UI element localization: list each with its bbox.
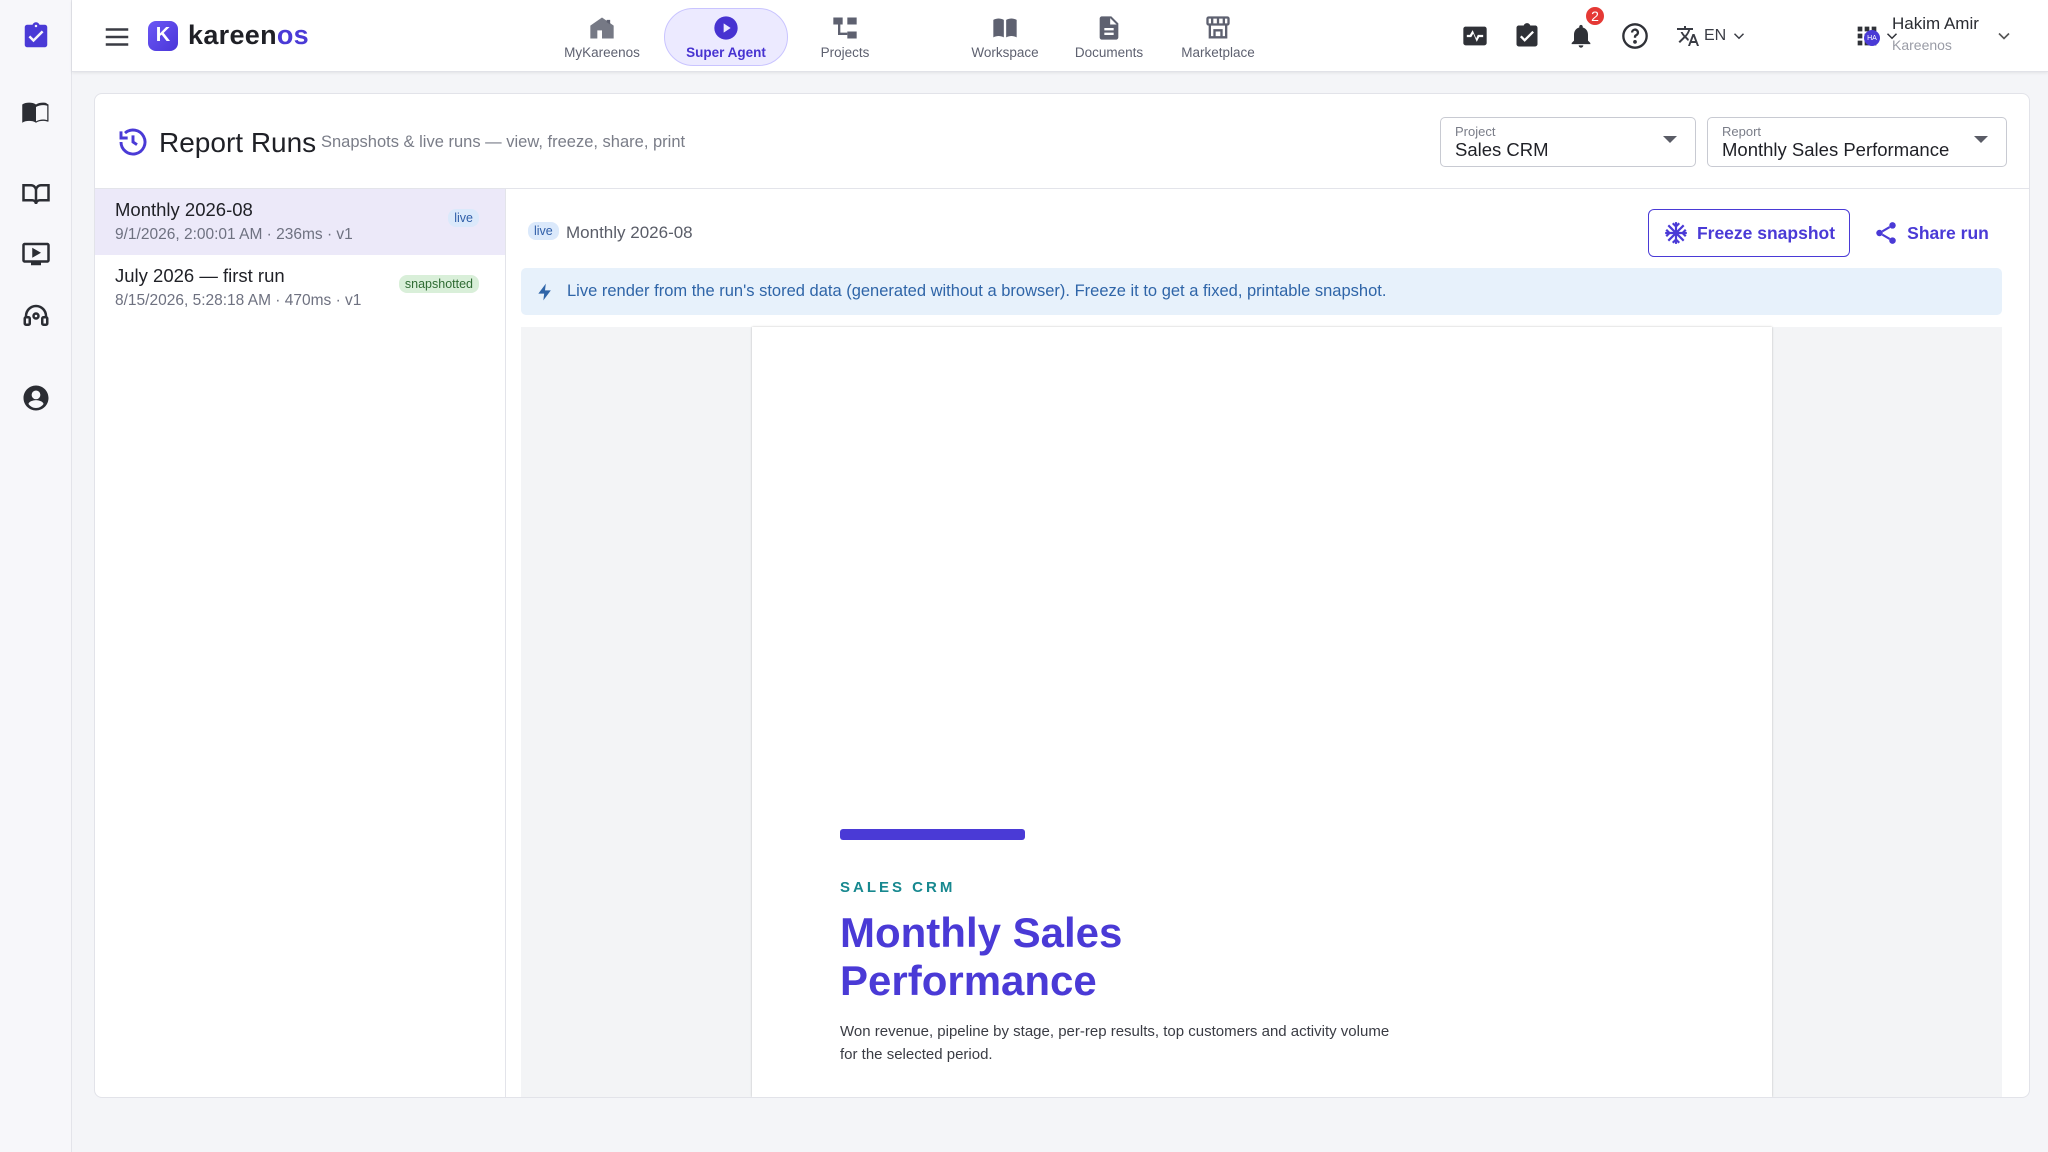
- page-subtitle: Snapshots & live runs — view, freeze, sh…: [321, 133, 686, 151]
- status-badge: live: [528, 222, 559, 240]
- video-icon[interactable]: [14, 232, 58, 276]
- notifications-icon[interactable]: 2: [1566, 5, 1606, 51]
- freeze-snapshot-button[interactable]: Freeze snapshot: [1648, 209, 1850, 257]
- share-icon: [1876, 222, 1896, 244]
- nav-documents[interactable]: Documents: [1066, 8, 1152, 66]
- nav-marketplace[interactable]: Marketplace: [1170, 8, 1266, 66]
- translate-icon: [1677, 26, 1699, 46]
- avatar: HA: [1864, 30, 1880, 46]
- nav-workspace[interactable]: Workspace: [960, 8, 1050, 66]
- project-select[interactable]: Project Sales CRM: [1440, 117, 1696, 167]
- history-icon: [117, 126, 149, 158]
- report-select[interactable]: Report Monthly Sales Performance: [1707, 117, 2007, 167]
- book-icon: [993, 18, 1017, 38]
- play-circle-icon: [714, 16, 738, 40]
- report-kicker: SALES CRM: [840, 879, 956, 896]
- report-description: Won revenue, pipeline by stage, per-rep …: [840, 1023, 1390, 1063]
- chevron-down-icon: [1734, 33, 1745, 40]
- task-check-icon[interactable]: [1512, 21, 1542, 51]
- report-title: Monthly Sales Performance: [840, 909, 1123, 1004]
- run-viewer: live Monthly 2026-08 Freeze snapshot Sha…: [506, 189, 2029, 1097]
- help-icon[interactable]: [1620, 21, 1650, 51]
- notification-badge: 2: [1584, 5, 1606, 27]
- status-badge: snapshotted: [398, 275, 479, 293]
- top-bar: K kareenos MyKareenos Super Agent Projec…: [72, 0, 2048, 72]
- report-runs-card: Report Runs Snapshots & live runs — view…: [94, 93, 2030, 1098]
- report-page: SALES CRM Monthly Sales Performance Won …: [752, 327, 1772, 1097]
- status-badge: live: [448, 209, 479, 227]
- run-title: Monthly 2026-08: [566, 223, 693, 242]
- dropdown-caret-icon: [1663, 136, 1677, 143]
- open-book-icon[interactable]: [14, 172, 58, 216]
- nav-projects[interactable]: Projects: [802, 8, 888, 66]
- language-selector[interactable]: EN: [1676, 24, 1748, 48]
- app-logo[interactable]: K kareenos: [148, 20, 309, 51]
- dropdown-caret-icon: [1974, 136, 1988, 143]
- tasks-icon[interactable]: [14, 14, 58, 58]
- accent-bar: [840, 829, 1025, 840]
- share-run-button[interactable]: Share run: [1866, 209, 1996, 257]
- user-chevron-icon[interactable]: [1994, 26, 2014, 46]
- runs-list: Monthly 2026-08 9/1/2026, 2:00:01 AM · 2…: [95, 189, 506, 1097]
- page-title: Report Runs: [159, 127, 317, 158]
- support-icon[interactable]: [14, 294, 58, 338]
- home-icon: [590, 17, 614, 39]
- map-book-icon[interactable]: [14, 90, 58, 134]
- snowflake-icon: [1665, 222, 1687, 244]
- user-name: Hakim Amir: [1892, 14, 1979, 33]
- hierarchy-icon: [833, 17, 857, 39]
- store-icon: [1206, 16, 1230, 39]
- user-org: Kareenos: [1892, 37, 1952, 53]
- nav-super-agent[interactable]: Super Agent: [664, 8, 788, 66]
- account-icon[interactable]: [14, 376, 58, 420]
- list-item[interactable]: Monthly 2026-08 9/1/2026, 2:00:01 AM · 2…: [95, 189, 505, 255]
- report-preview-area[interactable]: SALES CRM Monthly Sales Performance Won …: [521, 327, 2002, 1097]
- menu-icon[interactable]: [102, 22, 132, 52]
- activity-icon[interactable]: [1460, 21, 1490, 51]
- card-header: Report Runs Snapshots & live runs — view…: [95, 94, 2029, 189]
- list-item[interactable]: July 2026 — first run 8/15/2026, 5:28:18…: [95, 255, 505, 321]
- info-banner: Live render from the run's stored data (…: [521, 268, 2002, 315]
- logo-mark: K: [148, 20, 178, 51]
- bolt-icon: [538, 283, 551, 300]
- document-icon: [1099, 16, 1119, 40]
- left-rail: [0, 0, 72, 1152]
- logo-text: kareenos: [188, 20, 309, 50]
- nav-mykareenos[interactable]: MyKareenos: [554, 8, 650, 66]
